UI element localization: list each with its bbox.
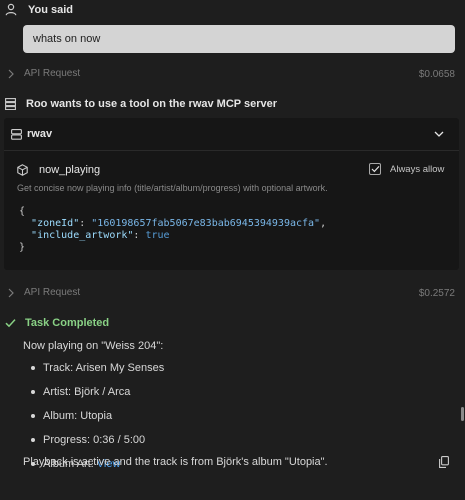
scrollbar-thumb[interactable]	[461, 407, 464, 421]
arg-artwork-value: true	[145, 230, 170, 241]
check-icon	[5, 318, 16, 328]
panel-divider	[4, 150, 459, 151]
arg-colon: :	[133, 230, 140, 241]
task-completed-header: Task Completed	[5, 317, 109, 329]
api-request-cost-2: $0.2572	[418, 288, 455, 299]
mcp-server-name: rwav	[27, 128, 53, 140]
user-message-header: You said	[5, 3, 73, 16]
server-icon	[5, 98, 16, 110]
chevron-down-icon[interactable]	[434, 130, 444, 138]
list-item: Album: Utopia	[30, 409, 164, 433]
always-allow-toggle[interactable]: Always allow	[369, 163, 444, 175]
args-open-brace: {	[19, 206, 26, 217]
check-icon	[371, 165, 379, 173]
arg-zone-line: "zoneId": "160198657fab5067e83bab6945394…	[19, 218, 326, 230]
cube-icon	[17, 164, 28, 176]
arg-artwork-line: "include_artwork": true	[19, 230, 326, 242]
list-item: Artist: Björk / Arca	[30, 385, 164, 409]
chevron-right-icon	[7, 69, 15, 79]
mcp-server-header[interactable]: rwav	[11, 128, 52, 140]
tool-description: Get concise now playing info (title/arti…	[17, 183, 328, 193]
tool-prompt-header: Roo wants to use a tool on the rwav MCP …	[5, 98, 277, 110]
arg-artwork-key: "include_artwork"	[31, 230, 134, 241]
arg-zone-value: "160198657fab5067e83bab6945394939acfa"	[91, 218, 321, 229]
api-request-cost-1: $0.0658	[418, 69, 455, 80]
api-request-row-1[interactable]: API Request	[7, 68, 80, 79]
chevron-right-icon	[7, 288, 15, 298]
list-item: Progress: 0:36 / 5:00	[30, 433, 164, 457]
copy-icon[interactable]	[439, 456, 449, 468]
args-close-brace: }	[19, 242, 26, 253]
user-message-text[interactable]: whats on now	[23, 25, 455, 53]
playback-summary: Playback is active and the track is from…	[23, 456, 328, 468]
arg-comma: ,	[320, 218, 327, 229]
arg-colon: :	[79, 218, 86, 229]
arg-zone-key: "zoneId"	[31, 218, 80, 229]
list-item: Track: Arisen My Senses	[30, 361, 164, 385]
api-request-label-2: API Request	[24, 287, 81, 298]
tool-prompt-heading: Roo wants to use a tool on the rwav MCP …	[26, 98, 278, 110]
now-playing-intro: Now playing on "Weiss 204":	[23, 340, 164, 352]
always-allow-label: Always allow	[390, 163, 445, 175]
always-allow-checkbox[interactable]	[369, 163, 381, 175]
api-request-row-2[interactable]: API Request	[7, 287, 80, 298]
server-icon	[11, 128, 22, 140]
task-completed-heading: Task Completed	[25, 317, 110, 329]
tool-arguments: { "zoneId": "160198657fab5067e83bab69453…	[19, 206, 326, 254]
api-request-label-1: API Request	[24, 68, 81, 79]
tool-name-row: now_playing	[17, 164, 100, 176]
person-icon	[5, 3, 17, 16]
tool-name: now_playing	[39, 164, 101, 176]
user-message-heading: You said	[28, 3, 74, 16]
